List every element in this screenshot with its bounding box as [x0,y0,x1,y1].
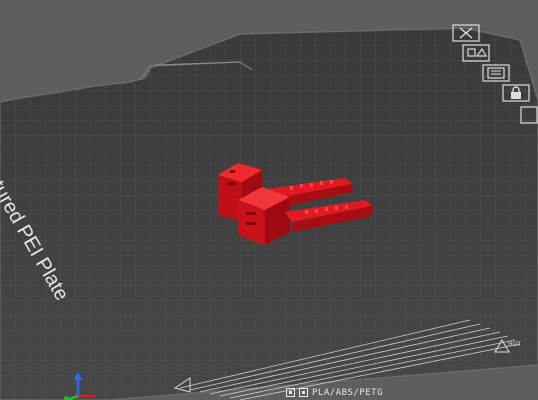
grid-icon [286,388,295,397]
remove-icon [452,24,480,42]
layout-icon [462,44,490,62]
arrange-plate-button[interactable] [462,44,490,62]
plate-settings-button[interactable] [482,64,510,82]
more-options-button[interactable] [520,106,538,124]
lock-icon [502,84,530,102]
lock-plate-button[interactable] [502,84,530,102]
3d-viewport[interactable]: Textured PEI Plate HOT [0,0,538,400]
more-icon [520,106,538,124]
plate-icon [299,388,308,397]
hot-label: HOT [508,341,521,348]
plate-settings-icon [482,64,510,82]
remove-plate-button[interactable] [452,24,480,42]
plate-material-label: PLA/ABS/PETG [312,387,384,398]
plate-type-bar[interactable]: PLA/ABS/PETG [286,385,383,400]
plate-toolbar [452,24,538,124]
